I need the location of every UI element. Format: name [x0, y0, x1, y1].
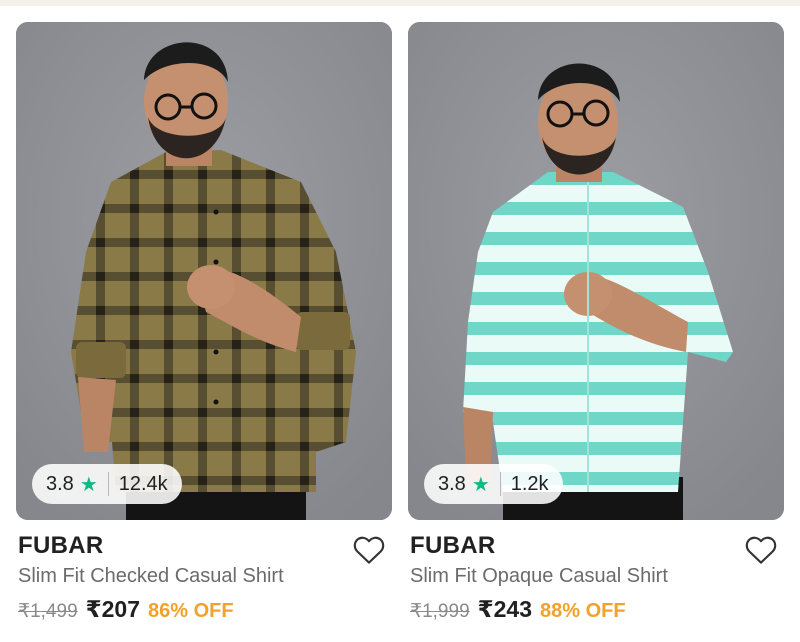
top-strip: [0, 0, 800, 6]
rating-value: 3.8: [46, 472, 74, 495]
price-row: ₹1,999 ₹243 88% OFF: [410, 596, 626, 623]
product-title[interactable]: Slim Fit Checked Casual Shirt: [18, 565, 284, 588]
product-image[interactable]: [408, 22, 784, 520]
wishlist-button[interactable]: [352, 534, 386, 566]
product-grid: 3.8 ★ 12.4k FUBAR Slim Fit Checked Casua…: [16, 22, 784, 632]
original-price: ₹1,999: [410, 601, 470, 622]
wishlist-button[interactable]: [744, 534, 778, 566]
product-title[interactable]: Slim Fit Opaque Casual Shirt: [410, 565, 668, 588]
rating-divider: [107, 472, 109, 496]
original-price: ₹1,499: [18, 601, 78, 622]
star-icon: ★: [471, 473, 490, 496]
review-count: 1.2k: [510, 472, 549, 495]
brand-name: FUBAR: [18, 532, 104, 559]
rating-badge: 3.8 ★ 12.4k: [32, 464, 182, 504]
discount-label: 88% OFF: [540, 600, 626, 622]
brand-name: FUBAR: [410, 532, 496, 559]
product-image[interactable]: [16, 22, 392, 520]
product-card[interactable]: 3.8 ★ 1.2k FUBAR Slim Fit Opaque Casual …: [408, 22, 784, 632]
heart-icon: [353, 536, 385, 564]
price-row: ₹1,499 ₹207 86% OFF: [18, 596, 234, 623]
heart-icon: [745, 536, 777, 564]
rating-divider: [499, 472, 501, 496]
rating-badge: 3.8 ★ 1.2k: [424, 464, 563, 504]
star-icon: ★: [79, 473, 98, 496]
rating-value: 3.8: [438, 472, 466, 495]
sale-price: ₹243: [477, 596, 533, 622]
model-photo: [16, 22, 392, 520]
discount-label: 86% OFF: [148, 600, 234, 622]
model-photo: [408, 22, 784, 520]
sale-price: ₹207: [85, 596, 141, 622]
product-card[interactable]: 3.8 ★ 12.4k FUBAR Slim Fit Checked Casua…: [16, 22, 392, 632]
review-count: 12.4k: [118, 472, 168, 495]
